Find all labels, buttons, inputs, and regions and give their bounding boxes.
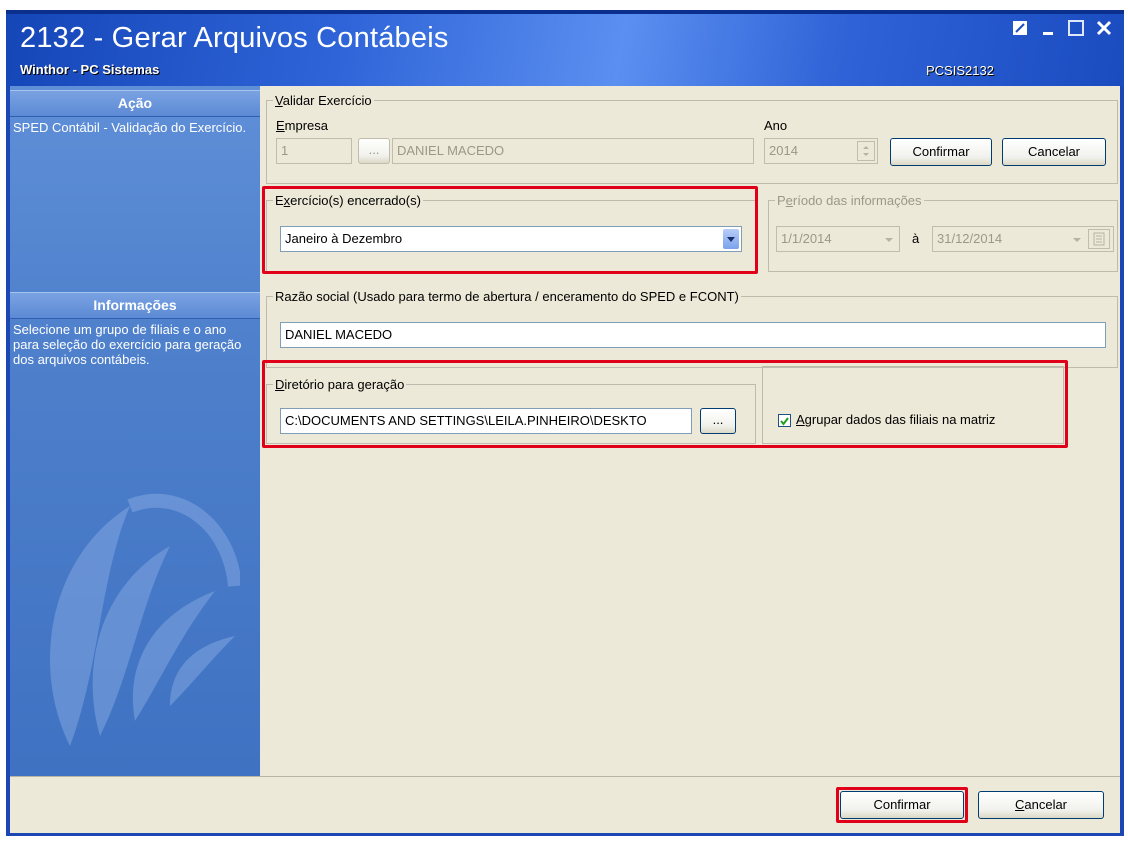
- validar-cancel-button[interactable]: Cancelar: [1002, 138, 1106, 166]
- acao-header: Ação: [10, 90, 260, 117]
- window-subtitle: Winthor - PC Sistemas: [20, 62, 160, 77]
- empresa-browse-button[interactable]: ...: [358, 138, 390, 164]
- info-text: Selecione um grupo de filiais e o ano pa…: [13, 322, 242, 367]
- ano-label: Ano: [764, 118, 788, 133]
- minimize-icon[interactable]: [1042, 18, 1056, 40]
- acao-text: SPED Contábil - Validação do Exercício.: [13, 120, 247, 135]
- ano-spinner-icon[interactable]: [857, 141, 875, 161]
- window-code: PCSIS2132: [926, 63, 994, 78]
- ano-value: 2014: [769, 143, 798, 158]
- periodo-to-chevron-icon[interactable]: [1071, 229, 1083, 251]
- periodo-from-value: 1/1/2014: [781, 231, 832, 246]
- periodo-sep: à: [912, 231, 920, 246]
- calendar-icon[interactable]: [1088, 229, 1110, 249]
- client-area: Ação SPED Contábil - Validação do Exercí…: [10, 86, 1120, 833]
- periodo-from-chevron-icon[interactable]: [883, 229, 895, 251]
- validar-confirm-button[interactable]: Confirmar: [890, 138, 992, 166]
- info-header: Informações: [10, 292, 260, 319]
- highlight-diretorio: [262, 360, 1068, 448]
- title-bar[interactable]: 2132 - Gerar Arquivos Contábeis Winthor …: [6, 10, 1124, 86]
- periodo-to-value: 31/12/2014: [937, 231, 1003, 246]
- app-window: 2132 - Gerar Arquivos Contábeis Winthor …: [6, 10, 1124, 836]
- sidebar: Ação SPED Contábil - Validação do Exercí…: [10, 86, 260, 776]
- footer-cancel-button[interactable]: Cancelar: [978, 791, 1104, 819]
- razao-social-input[interactable]: DANIEL MACEDO: [280, 322, 1106, 348]
- maximize-icon[interactable]: [1068, 20, 1084, 40]
- window-title: 2132 - Gerar Arquivos Contábeis: [20, 22, 449, 54]
- empresa-name-field[interactable]: DANIEL MACEDO: [392, 138, 754, 164]
- periodo-legend: Período das informações: [775, 193, 924, 208]
- close-icon[interactable]: [1096, 20, 1112, 40]
- logo-watermark-icon: [50, 493, 240, 746]
- highlight-confirm: [836, 787, 968, 823]
- razao-legend: Razão social (Usado para termo de abertu…: [273, 289, 741, 304]
- ano-field[interactable]: 2014: [764, 138, 878, 164]
- validar-legend: Validar Exercício: [273, 93, 374, 108]
- periodo-to-field[interactable]: 31/12/2014: [932, 226, 1114, 252]
- empresa-label: Empresa: [276, 118, 329, 133]
- periodo-from-field[interactable]: 1/1/2014: [776, 226, 900, 252]
- footer-bar: Confirmar Cancelar: [10, 776, 1120, 833]
- empresa-code-field[interactable]: 1: [276, 138, 352, 164]
- highlight-exercicio: [262, 186, 758, 274]
- restore-icon[interactable]: [1012, 20, 1028, 40]
